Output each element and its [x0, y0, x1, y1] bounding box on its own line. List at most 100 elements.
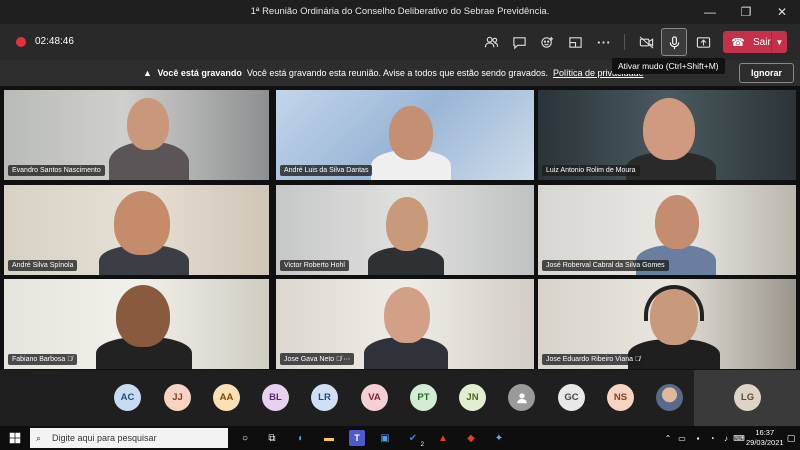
avatar-initials: LG	[740, 392, 755, 403]
more-icon[interactable]	[591, 30, 615, 54]
participant-face	[655, 195, 699, 249]
self-view-tile[interactable]: LG	[694, 370, 800, 426]
muted-mic-icon: 🎙̸	[67, 356, 73, 363]
participant-body	[368, 247, 444, 275]
video-tile[interactable]: Jose Eduardo Ribeiro Viana 🎙̸	[538, 279, 796, 369]
keyboard-icon[interactable]: ⌨	[731, 430, 747, 446]
participant-avatar: LG	[734, 384, 761, 411]
banner-message-row: ▲ Você está gravando Você está gravando …	[143, 68, 644, 78]
video-tile[interactable]: José Roberval Cabral da Silva Gomes	[538, 185, 796, 275]
chat-icon[interactable]	[507, 30, 531, 54]
close-icon[interactable]: ✕	[764, 0, 800, 24]
participant-name: Fabiano Barbosa 🎙̸	[8, 354, 77, 365]
more-icon[interactable]: ⋯	[343, 356, 350, 363]
notifications-icon[interactable]: ▢	[783, 430, 799, 446]
participant-avatar-photo[interactable]	[656, 384, 683, 411]
meeting-timer: 02:48:46	[35, 36, 74, 47]
task-view-icon[interactable]: ⧉	[264, 430, 280, 446]
participant-name-text: Fabiano Barbosa	[12, 356, 66, 363]
avatar-initials: JJ	[172, 392, 183, 403]
ignore-button[interactable]: Ignorar	[739, 63, 794, 83]
leave-label: Sair	[753, 36, 771, 48]
window-title: 1ª Reunião Ordinária do Conselho Deliber…	[250, 6, 550, 17]
app-icon[interactable]: ✦	[491, 430, 507, 446]
participant-name: Victor Roberto Hohl	[280, 260, 349, 271]
reactions-icon[interactable]	[535, 30, 559, 54]
leave-button[interactable]: ☎ Sair ▼	[723, 31, 787, 53]
mute-tooltip: Ativar mudo (Ctrl+Shift+M)	[612, 58, 725, 74]
video-tile[interactable]: Evandro Santos Nascimento	[4, 90, 269, 180]
participant-avatar[interactable]: NS	[607, 384, 634, 411]
video-tile[interactable]: André Silva Spínola	[4, 185, 269, 275]
participant-face	[384, 287, 430, 343]
video-tile[interactable]: Victor Roberto Hohl	[276, 185, 534, 275]
teams-icon[interactable]: T	[349, 430, 365, 446]
participant-avatar[interactable]: BL	[262, 384, 289, 411]
notification-badge: 2	[420, 442, 424, 448]
participant-face	[116, 285, 170, 347]
camera-off-icon[interactable]	[634, 30, 658, 54]
chevron-down-icon[interactable]: ▼	[771, 31, 787, 53]
participant-name: André Silva Spínola	[8, 260, 78, 271]
banner-message: Você está gravando esta reunião. Avise a…	[246, 68, 548, 78]
video-tile[interactable]: Luiz Antonio Rolim de Moura	[538, 90, 796, 180]
microphone-icon[interactable]	[661, 28, 687, 56]
participants-icon[interactable]	[479, 30, 503, 54]
meeting-toolbar: 02:48:46 ☎ Sair ▼	[0, 24, 800, 60]
muted-mic-icon: 🎙̸	[336, 356, 342, 363]
participant-avatar[interactable]: VA	[361, 384, 388, 411]
avatar-initials: AC	[120, 392, 135, 403]
search-icon: ⌕	[36, 433, 42, 443]
video-tile[interactable]: Fabiano Barbosa 🎙̸	[4, 279, 269, 369]
participant-avatar[interactable]: LR	[311, 384, 338, 411]
edge-icon[interactable]: ◐	[293, 430, 309, 446]
participant-name: José Roberval Cabral da Silva Gomes	[542, 260, 669, 271]
windows-taskbar: ⌕ Digite aqui para pesquisar ○ ⧉ ◐ ▬ T ▣…	[0, 426, 800, 450]
clock-date: 29/03/2021	[746, 438, 784, 447]
todo-icon[interactable]: ✔ 2	[405, 430, 424, 449]
participant-name: Luiz Antonio Rolim de Moura	[542, 165, 640, 176]
battery-icon[interactable]: ▭	[674, 430, 690, 446]
participant-face	[643, 98, 695, 160]
maximize-icon[interactable]: ❐	[728, 0, 764, 24]
toolbar-divider	[624, 34, 625, 50]
participant-avatar[interactable]: PT	[410, 384, 437, 411]
acrobat-icon[interactable]: ◆	[463, 430, 479, 446]
participant-avatar[interactable]	[508, 384, 535, 411]
participant-name: Evandro Santos Nascimento	[8, 165, 105, 176]
participant-name: Jose Gava Neto 🎙̸ ⋯	[280, 353, 355, 365]
warning-icon: ▲	[143, 68, 152, 78]
banner-bold-text: Você está gravando	[157, 68, 242, 78]
windows-start-icon[interactable]	[7, 430, 23, 446]
remote-desktop-icon[interactable]: ▣	[377, 430, 393, 446]
participant-avatar[interactable]: GC	[558, 384, 585, 411]
participant-avatar[interactable]: JJ	[164, 384, 191, 411]
participant-avatar[interactable]: AC	[114, 384, 141, 411]
file-explorer-icon[interactable]: ▬	[321, 430, 337, 446]
taskbar-search-input[interactable]: ⌕ Digite aqui para pesquisar	[30, 428, 228, 448]
search-placeholder: Digite aqui para pesquisar	[52, 433, 157, 443]
system-clock[interactable]: 16:37 29/03/2021	[746, 428, 784, 448]
minimize-icon[interactable]: —	[692, 0, 728, 24]
participant-name-text: Jose Gava Neto	[284, 356, 335, 363]
video-tile[interactable]: Jose Gava Neto 🎙̸ ⋯	[276, 279, 534, 369]
participant-face	[386, 197, 428, 251]
participant-avatar[interactable]: AA	[213, 384, 240, 411]
hang-up-icon: ☎	[731, 36, 745, 49]
clock-time: 16:37	[755, 428, 775, 437]
video-tile[interactable]: André Luis da Silva Dantas	[276, 90, 534, 180]
avatar-initials: LR	[318, 392, 331, 403]
avatar-initials: JN	[466, 392, 479, 403]
participant-face	[114, 191, 170, 255]
avatar-initials: PT	[417, 392, 430, 403]
pdf-reader-icon[interactable]: ▲	[435, 430, 451, 446]
participant-name: André Luis da Silva Dantas	[280, 165, 373, 176]
share-icon[interactable]	[691, 30, 715, 54]
participant-face	[389, 106, 433, 160]
participant-avatar[interactable]: JN	[459, 384, 486, 411]
participant-face	[127, 98, 169, 150]
rooms-icon[interactable]	[563, 30, 587, 54]
video-grid: Evandro Santos Nascimento André Luis da …	[0, 86, 800, 370]
cortana-icon[interactable]: ○	[237, 430, 253, 446]
muted-mic-icon: 🎙̸	[635, 356, 641, 363]
